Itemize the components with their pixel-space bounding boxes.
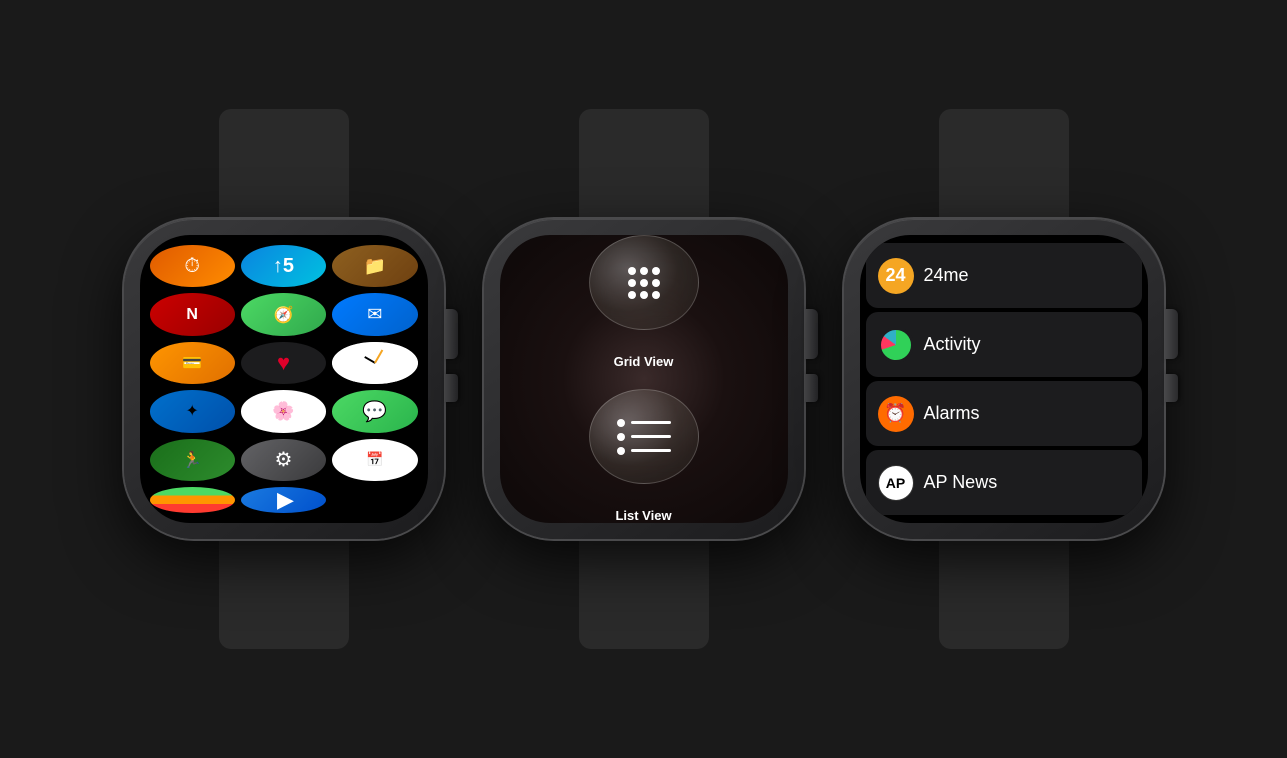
label-24me: 24me bbox=[924, 265, 969, 286]
health-icon: ♥ bbox=[277, 350, 290, 376]
maps-icon: 🧭 bbox=[274, 305, 294, 325]
band-bottom-1 bbox=[219, 539, 349, 649]
crown-1 bbox=[444, 309, 458, 359]
timer-icon: ⏱ bbox=[184, 255, 200, 278]
messages-icon: 💬 bbox=[362, 399, 387, 424]
wallet-icon: 💳 bbox=[182, 353, 202, 373]
icon-apnews: AP bbox=[878, 465, 914, 501]
list-item-alarms[interactable]: ⏰ Alarms bbox=[866, 381, 1142, 446]
photos-icon: 🌸 bbox=[272, 401, 294, 422]
label-activity: Activity bbox=[924, 334, 981, 355]
app-folder[interactable]: 📁 bbox=[332, 245, 417, 287]
app-timer[interactable]: ⏱ bbox=[150, 245, 235, 287]
grid-view-button[interactable] bbox=[589, 235, 699, 330]
app-clock[interactable] bbox=[332, 342, 417, 384]
list-lines-icon bbox=[609, 411, 679, 463]
app-play[interactable]: ▶ bbox=[241, 487, 326, 513]
watch-screen-list: 24 24me Activity ⏰ Alarms AP bbox=[860, 235, 1148, 523]
app-messages[interactable]: 💬 bbox=[332, 390, 417, 432]
watch-screen-choice: Grid View List Vie bbox=[500, 235, 788, 523]
label-apnews: AP News bbox=[924, 472, 998, 493]
grid-view-label: Grid View bbox=[614, 354, 674, 369]
app-fitness[interactable]: 🏃 bbox=[150, 439, 235, 481]
app-maps[interactable]: 🧭 bbox=[241, 293, 326, 335]
grid-dots-icon bbox=[624, 263, 664, 303]
icon-activity bbox=[878, 327, 914, 363]
crown-3 bbox=[1164, 309, 1178, 359]
band-top-2 bbox=[579, 109, 709, 219]
app-health[interactable]: ♥ bbox=[241, 342, 326, 384]
band-top-3 bbox=[939, 109, 1069, 219]
watch-body-3: 24 24me Activity ⏰ Alarms AP bbox=[844, 219, 1164, 539]
app-action2[interactable]: ✦ bbox=[150, 390, 235, 432]
news-red-icon: N bbox=[186, 306, 198, 324]
watch-list: 24 24me Activity ⏰ Alarms AP bbox=[844, 109, 1164, 649]
band-bottom-3 bbox=[939, 539, 1069, 649]
band-bottom-2 bbox=[579, 539, 709, 649]
side-button-1 bbox=[444, 374, 458, 402]
icon-alarms-text: ⏰ bbox=[884, 403, 906, 424]
list-view-label: List View bbox=[615, 508, 671, 523]
watch-screen-grid: ⏱ ↑5 📁 N 🧭 ✉ 💳 ♥ bbox=[140, 235, 428, 523]
icon-24me-text: 24 bbox=[885, 265, 905, 286]
fitness-icon: 🏃 bbox=[182, 450, 202, 470]
workflow-icon: ↑5 bbox=[273, 255, 294, 278]
calendar-icon: 📅 bbox=[366, 451, 383, 468]
list-item-apnews[interactable]: AP AP News bbox=[866, 450, 1142, 515]
side-button-3 bbox=[1164, 374, 1178, 402]
list-item-activity[interactable]: Activity bbox=[866, 312, 1142, 377]
icon-24me: 24 bbox=[878, 258, 914, 294]
label-alarms: Alarms bbox=[924, 403, 980, 424]
mail-icon: ✉ bbox=[367, 304, 382, 325]
icon-apnews-text: AP bbox=[886, 475, 905, 491]
crown-2 bbox=[804, 309, 818, 359]
side-button-2 bbox=[804, 374, 818, 402]
app-calendar[interactable]: 📅 bbox=[332, 439, 417, 481]
watch-body-1: ⏱ ↑5 📁 N 🧭 ✉ 💳 ♥ bbox=[124, 219, 444, 539]
app-mail[interactable]: ✉ bbox=[332, 293, 417, 335]
app-wallet[interactable]: 💳 bbox=[150, 342, 235, 384]
app-settings[interactable]: ⚙ bbox=[241, 439, 326, 481]
app-news-red[interactable]: N bbox=[150, 293, 235, 335]
watch-grid: ⏱ ↑5 📁 N 🧭 ✉ 💳 ♥ bbox=[124, 109, 444, 649]
play-icon: ▶ bbox=[277, 487, 294, 513]
watch-choice: Grid View List Vie bbox=[484, 109, 804, 649]
folder-icon: 📁 bbox=[364, 256, 386, 277]
app-stripe[interactable] bbox=[150, 487, 235, 513]
icon-alarms: ⏰ bbox=[878, 396, 914, 432]
action2-icon: ✦ bbox=[185, 401, 198, 421]
list-item-24me[interactable]: 24 24me bbox=[866, 243, 1142, 308]
band-top-1 bbox=[219, 109, 349, 219]
watch-body-2: Grid View List Vie bbox=[484, 219, 804, 539]
settings-icon: ⚙ bbox=[275, 447, 293, 472]
app-photos[interactable]: 🌸 bbox=[241, 390, 326, 432]
clock-face bbox=[332, 342, 417, 384]
list-view-button[interactable] bbox=[589, 389, 699, 484]
app-workflow[interactable]: ↑5 bbox=[241, 245, 326, 287]
